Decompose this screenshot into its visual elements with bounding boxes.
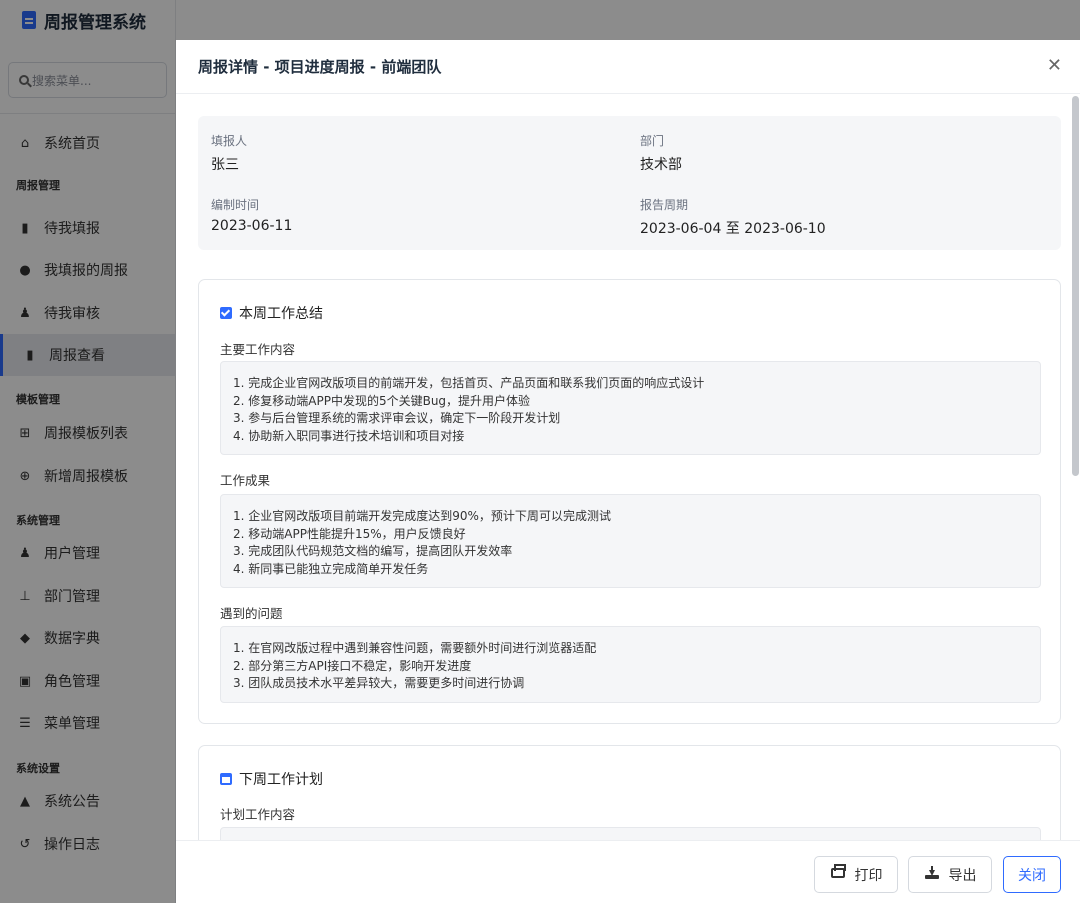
- info-department: 部门 技术部: [640, 132, 682, 174]
- main-work-box: 1. 完成企业官网改版项目的前端开发，包括首页、产品页面和联系我们页面的响应式设…: [220, 361, 1041, 455]
- department-value: 技术部: [640, 157, 682, 173]
- plan-content-label: 计划工作内容: [220, 807, 296, 822]
- main-work-label: 主要工作内容: [220, 342, 296, 357]
- drawer-header: 周报详情 - 项目进度周报 - 前端团队: [176, 40, 1080, 94]
- issue-label: 遇到的问题: [220, 606, 283, 621]
- result-line: 3. 完成团队代码规范文档的编写，提高团队开发效率: [233, 544, 513, 558]
- time-label: 编制时间: [211, 198, 260, 212]
- close-icon[interactable]: ✕: [1047, 56, 1062, 76]
- plan-title: 下周工作计划: [220, 769, 323, 789]
- reporter-value: 张三: [211, 157, 239, 173]
- info-period: 报告周期 2023-06-04 至 2023-06-10: [640, 196, 826, 238]
- download-icon: [924, 866, 940, 883]
- department-label: 部门: [640, 134, 665, 148]
- plan-content-box: [220, 827, 1041, 840]
- period-label: 报告周期: [640, 198, 689, 212]
- summary-title: 本周工作总结: [220, 303, 323, 323]
- export-button[interactable]: 导出: [908, 856, 992, 893]
- info-reporter: 填报人 张三: [211, 132, 247, 174]
- print-button-label: 打印: [854, 867, 883, 884]
- plan-card: 下周工作计划 计划工作内容: [198, 745, 1061, 840]
- issue-line: 3. 团队成员技术水平差异较大，需要更多时间进行协调: [233, 676, 525, 690]
- info-time: 编制时间 2023-06-11: [211, 196, 292, 234]
- reporter-label: 填报人: [211, 134, 248, 148]
- main-work-line: 1. 完成企业官网改版项目的前端开发，包括首页、产品页面和联系我们页面的响应式设…: [233, 376, 705, 390]
- result-line: 2. 移动端APP性能提升15%，用户反馈良好: [233, 526, 466, 541]
- main-work-line: 2. 修复移动端APP中发现的5个关键Bug，提升用户体验: [233, 393, 531, 408]
- export-button-label: 导出: [948, 867, 977, 884]
- period-value: 2023-06-04 至 2023-06-10: [640, 221, 826, 237]
- time-value: 2023-06-11: [211, 218, 293, 234]
- main-work-line: 3. 参与后台管理系统的需求评审会议，确定下一阶段开发计划: [233, 411, 561, 425]
- drawer-footer: 打印 导出 关闭: [176, 840, 1080, 903]
- result-label: 工作成果: [220, 473, 271, 488]
- issue-line: 1. 在官网改版过程中遇到兼容性问题，需要额外时间进行浏览器适配: [233, 641, 597, 655]
- plan-title-text: 下周工作计划: [239, 772, 323, 788]
- drawer-body[interactable]: 填报人 张三 部门 技术部 编制时间 2023-06-11 报告周期 2023-…: [176, 95, 1080, 840]
- issue-box: 1. 在官网改版过程中遇到兼容性问题，需要额外时间进行浏览器适配 2. 部分第三…: [220, 626, 1041, 703]
- check-square-icon: [220, 307, 232, 319]
- printer-icon: [830, 864, 846, 882]
- report-info-panel: 填报人 张三 部门 技术部 编制时间 2023-06-11 报告周期 2023-…: [198, 116, 1061, 250]
- result-line: 4. 新同事已能独立完成简单开发任务: [233, 561, 429, 576]
- main-work-line: 4. 协助新入职同事进行技术培训和项目对接: [233, 428, 465, 443]
- close-button-label: 关闭: [1018, 867, 1046, 884]
- summary-title-text: 本周工作总结: [239, 306, 323, 322]
- print-button[interactable]: 打印: [814, 856, 898, 893]
- summary-card: 本周工作总结 主要工作内容 1. 完成企业官网改版项目的前端开发，包括首页、产品…: [198, 279, 1061, 724]
- issue-line: 2. 部分第三方API接口不稳定，影响开发进度: [233, 658, 472, 673]
- drawer-title: 周报详情 - 项目进度周报 - 前端团队: [198, 58, 442, 76]
- drawer-scrollbar-thumb[interactable]: [1072, 96, 1079, 476]
- calendar-icon: [220, 773, 232, 785]
- result-box: 1. 企业官网改版项目前端开发完成度达到90%，预计下周可以完成测试 2. 移动…: [220, 494, 1041, 588]
- close-button[interactable]: 关闭: [1003, 856, 1061, 893]
- result-line: 1. 企业官网改版项目前端开发完成度达到90%，预计下周可以完成测试: [233, 509, 611, 523]
- report-detail-drawer: 周报详情 - 项目进度周报 - 前端团队 ✕ 填报人 张三 部门 技术部 编制时…: [176, 40, 1080, 903]
